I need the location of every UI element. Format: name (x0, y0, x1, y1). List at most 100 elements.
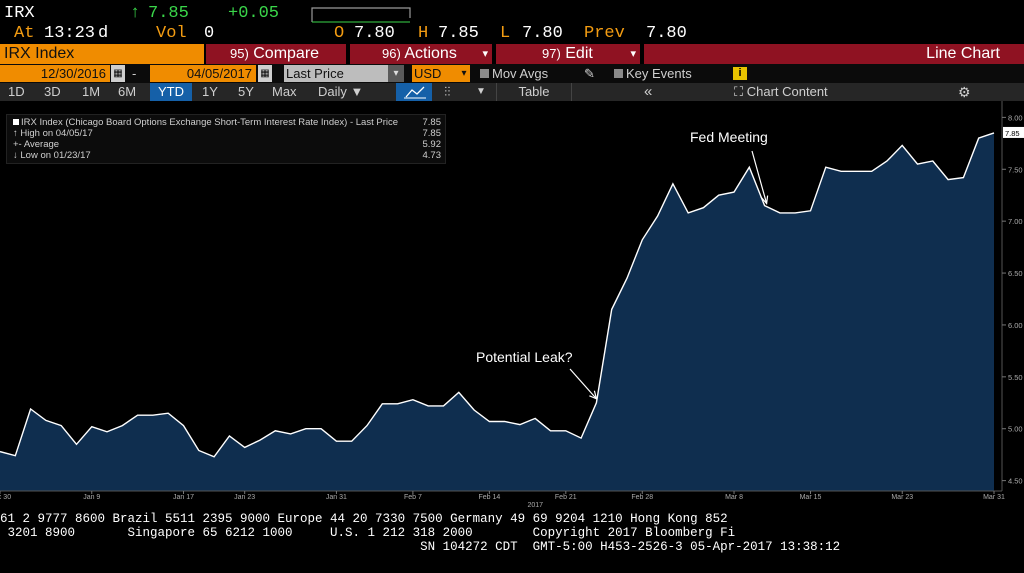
time-suffix: d (98, 24, 109, 43)
x-tick-label: Mar 23 (891, 494, 913, 501)
x-tick-label: Jan 17 (173, 494, 194, 501)
ticker-line-1: 61 2 9777 8600 Brazil 5511 2395 9000 Eur… (0, 512, 728, 526)
tab-6m[interactable]: 6M (118, 83, 136, 101)
key-events-checkbox[interactable] (614, 69, 623, 78)
average-arrow-icon: +- (13, 139, 24, 150)
legend-title-text: IRX Index (Chicago Board Options Exchang… (21, 117, 399, 128)
legend-avg-label: +- Average (13, 139, 59, 150)
chart-type-button[interactable]: Line Chart (644, 44, 1024, 64)
low-label: L (500, 24, 511, 43)
tab-1y[interactable]: 1Y (202, 83, 218, 101)
chart-style-dropdown-icon[interactable]: ▼ (476, 83, 486, 101)
high-label: H (418, 24, 429, 43)
tab-1m[interactable]: 1M (82, 83, 100, 101)
tab-ytd[interactable]: YTD (150, 83, 192, 101)
line-chart-icon[interactable] (396, 83, 432, 101)
actions-button[interactable]: 96) Actions ▾ (350, 44, 494, 64)
tab-3d[interactable]: 3D (44, 83, 61, 101)
y-tick-label: 7.00 (1008, 217, 1023, 226)
chart-content-icon: ⛶ (734, 84, 744, 99)
start-date-value: 12/30/2016 (40, 66, 106, 81)
annotation-fed-meeting: Fed Meeting (690, 129, 768, 145)
y-tick-label: 7.50 (1008, 165, 1023, 174)
y-tick-label: 6.50 (1008, 269, 1023, 278)
period-row: 1D 3D 1M 6M YTD 1Y 5Y Max Daily ▼ ⫶⫶ ▼ T… (0, 83, 1024, 101)
annotation-potential-leak: Potential Leak? (476, 349, 573, 365)
x-tick-label: Dec 30 (0, 494, 11, 501)
x-tick-label: Feb 7 (404, 494, 422, 501)
gear-icon[interactable]: ⚙ (958, 83, 971, 101)
currency-value: USD (414, 66, 442, 81)
tab-max[interactable]: Max (272, 83, 297, 101)
x-year-label: 2017 (527, 502, 543, 509)
tab-5y[interactable]: 5Y (238, 83, 254, 101)
date-dash: - (132, 66, 137, 81)
legend-high-text: High on 04/05/17 (20, 128, 93, 139)
pencil-icon[interactable]: ✎ (584, 65, 595, 82)
legend-high-value: 7.85 (422, 128, 442, 139)
open-value: 7.80 (354, 24, 395, 43)
currency-dropdown-icon[interactable]: ▾ (458, 65, 470, 82)
actions-number: 96) (382, 46, 401, 61)
chart-legend: IRX Index (Chicago Board Options Exchang… (6, 114, 446, 164)
security-label: IRX Index (4, 45, 75, 62)
volume-value: 0 (204, 24, 215, 43)
y-tick-label: 5.50 (1008, 373, 1023, 382)
y-axis: 4.50 5.00 5.50 6.00 6.50 7.00 7.50 8.00 7.85 (1001, 101, 1024, 491)
y-tick-label: 8.00 (1008, 113, 1023, 122)
legend-low-text: Low on 01/23/17 (20, 150, 91, 161)
x-tick-label: Feb 14 (478, 494, 500, 501)
vol-label: Vol (156, 24, 187, 43)
legend-high-label: ↑ High on 04/05/17 (13, 128, 93, 139)
end-calendar-icon[interactable]: ▦ (258, 65, 272, 82)
table-button[interactable]: Table (496, 83, 572, 101)
legend-square-icon (13, 119, 19, 125)
compare-number: 95) (230, 46, 249, 61)
edit-button[interactable]: 97) Edit ▾ (496, 44, 642, 64)
x-tick-label: Feb 21 (555, 494, 577, 501)
end-date-field[interactable]: 04/05/2017 (150, 65, 256, 82)
x-tick-label: Feb 28 (631, 494, 653, 501)
x-axis: Dec 30 Jan 9 Jan 17 Jan 23 Jan 31 Feb 7 Feb 14… (0, 490, 1005, 509)
frequency-select[interactable]: Daily ▼ (318, 83, 363, 101)
price-up-arrow: ↑ (130, 4, 141, 23)
legend-low-value: 4.73 (422, 150, 442, 161)
tab-1d[interactable]: 1D (8, 83, 25, 101)
security-field[interactable]: IRX Index (0, 44, 204, 64)
mov-avgs-checkbox[interactable] (480, 69, 489, 78)
last-value-label: 7.85 (1005, 129, 1020, 138)
start-calendar-icon[interactable]: ▦ (111, 65, 125, 82)
legend-title-value: 7.85 (422, 117, 442, 128)
end-date-value: 04/05/2017 (186, 66, 252, 81)
function-bar: IRX Index 95) Compare 96) Actions ▾ 97) … (0, 44, 1024, 64)
field-dropdown-icon[interactable]: ▾ (388, 65, 404, 82)
frequency-value: Daily (318, 84, 347, 99)
x-tick-label: Jan 9 (83, 494, 100, 501)
x-tick-label: Jan 23 (234, 494, 255, 501)
currency-select[interactable]: USD (412, 65, 458, 82)
info-icon[interactable]: i (733, 67, 747, 80)
x-tick-label: Mar 31 (983, 494, 1005, 501)
legend-series-title: IRX Index (Chicago Board Options Exchang… (13, 117, 398, 128)
annotation-arrow (569, 368, 597, 400)
high-value: 7.85 (438, 24, 479, 43)
actions-label: Actions (404, 45, 457, 62)
price-change: +0.05 (228, 4, 280, 23)
back-icon[interactable]: « (644, 83, 652, 101)
y-tick-label: 6.00 (1008, 321, 1023, 330)
chart-content-button[interactable]: ⛶ Chart Content (734, 83, 828, 101)
bar-chart-icon[interactable]: ⫶⫶ (444, 83, 451, 101)
field-select[interactable]: Last Price (284, 65, 388, 82)
legend-avg-value: 5.92 (422, 139, 442, 150)
y-tick-label: 4.50 (1008, 477, 1023, 486)
last-price: 7.85 (148, 4, 189, 23)
compare-button[interactable]: 95) Compare (206, 44, 348, 64)
edit-label: Edit (565, 45, 593, 62)
prev-value: 7.80 (646, 24, 687, 43)
at-label: At (14, 24, 35, 43)
actions-dropdown-icon: ▾ (482, 48, 488, 60)
chart-type-label: Line Chart (926, 45, 1000, 62)
ticker-line-3: SN 104272 CDT GMT-5:00 H453-2526-3 05-Ap… (0, 540, 841, 554)
ticker-symbol: IRX (4, 4, 35, 23)
start-date-field[interactable]: 12/30/2016 (0, 65, 110, 82)
